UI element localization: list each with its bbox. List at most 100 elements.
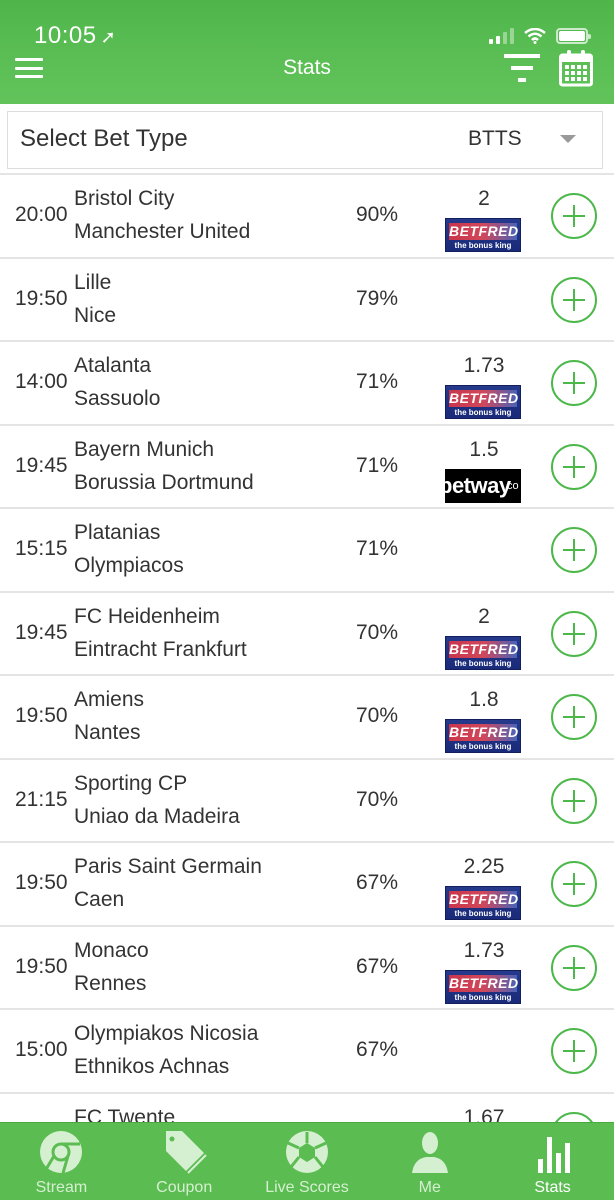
betfred-wordmark: BETFRED	[449, 390, 519, 407]
tab-stream[interactable]: Stream	[0, 1123, 123, 1200]
betfred-logo[interactable]: BETFRED the bonus king	[445, 218, 521, 252]
kickoff-time: 19:50	[15, 871, 68, 894]
away-team: Nantes	[74, 721, 141, 744]
betfred-tagline: the bonus king	[454, 658, 512, 668]
status-indicators	[489, 28, 591, 44]
bet-type-value: BTTS	[468, 127, 522, 150]
wifi-icon	[524, 28, 546, 44]
betfred-logo[interactable]: BETFRED the bonus king	[445, 886, 521, 920]
home-team: Bayern Munich	[74, 437, 215, 461]
match-row[interactable]: 21:15 Sporting CP Uniao da Madeira 70%	[0, 757, 614, 841]
home-team: Amiens	[74, 688, 145, 711]
btts-percentage: 71%	[356, 370, 399, 393]
kickoff-time: 21:15	[15, 787, 68, 811]
home-team: Olympiakos Nicosia	[74, 1022, 259, 1045]
btts-percentage: 71%	[356, 453, 399, 477]
betfred-logo[interactable]: BETFRED the bonus king	[445, 635, 521, 670]
betfred-logo[interactable]: BETFRED the bonus king	[445, 969, 521, 1004]
match-row[interactable]: 19:45 FC Heidenheim Eintracht Frankfurt 70%…	[0, 590, 614, 674]
kickoff-time: 19:50	[15, 286, 68, 310]
match-row[interactable]: 19:45 Bayern Munich Borussia Dortmund 71% 1.…	[0, 423, 614, 507]
betfred-wordmark: BETFRED	[449, 891, 519, 908]
betfred-wordmark: BETFRED	[449, 724, 519, 741]
home-team: Atalanta	[74, 354, 152, 377]
tab-label: Me	[418, 1179, 441, 1196]
betfred-logo[interactable]: BETFRED the bonus king	[445, 385, 521, 419]
location-arrow-icon: ➚	[100, 27, 117, 47]
kickoff-time: 15:15	[15, 537, 68, 560]
odds-value: 1.73	[463, 354, 505, 377]
kickoff-time: 15:00	[15, 1038, 68, 1061]
bet-type-label: Select Bet Type	[20, 125, 188, 152]
kickoff-time: 19:50	[15, 954, 68, 978]
add-to-coupon-button[interactable]	[551, 694, 597, 740]
away-team: Caen	[74, 888, 125, 911]
betfred-wordmark: BETFRED	[449, 223, 519, 240]
match-row[interactable]: 19:50 Paris Saint Germain Caen 67% 2.25 BETFR…	[0, 841, 614, 925]
kickoff-time: 20:00	[15, 203, 68, 226]
betfred-tagline: the bonus king	[454, 742, 512, 751]
add-to-coupon-button[interactable]	[551, 610, 597, 657]
match-list: 20:00 Bristol City Manchester United 90% 2 BE…	[0, 173, 614, 1175]
status-time: 10:05 ➚	[34, 22, 116, 50]
add-to-coupon-button[interactable]	[551, 193, 597, 239]
odds-value: 2	[478, 604, 490, 628]
tab-me[interactable]: Me	[368, 1123, 491, 1200]
tab-label: Stats	[534, 1179, 571, 1196]
match-row[interactable]: 15:00 Olympiakos Nicosia Ethnikos Achnas 67…	[0, 1008, 614, 1092]
add-to-coupon-button[interactable]	[551, 777, 597, 824]
tab-coupon[interactable]: Coupon	[123, 1123, 246, 1200]
away-team: Olympiacos	[74, 554, 184, 577]
betway-wordmark: betway	[445, 472, 511, 498]
betfred-tagline: the bonus king	[454, 992, 512, 1002]
tab-bar: Stream Coupon Live Scores Me Stats	[0, 1122, 614, 1200]
cellular-signal-icon	[489, 28, 514, 44]
home-team: Paris Saint Germain	[74, 855, 262, 878]
match-row[interactable]: 19:50 Lille Nice 79%	[0, 256, 614, 340]
odds-value: 1.8	[469, 688, 499, 711]
match-row[interactable]: 19:50 Amiens Nantes 70% 1.8 BETFRED the bonus …	[0, 674, 614, 758]
filter-icon[interactable]	[504, 54, 540, 82]
btts-percentage: 90%	[356, 203, 399, 226]
away-team: Sassuolo	[74, 387, 161, 410]
add-to-coupon-button[interactable]	[551, 276, 597, 323]
odds-value: 1.73	[463, 938, 505, 962]
calendar-icon[interactable]	[559, 49, 593, 87]
app-header: 10:05 ➚ Stats	[0, 0, 614, 104]
tab-label: Coupon	[156, 1179, 213, 1196]
betway-logo[interactable]: betway co	[445, 468, 521, 503]
bar-chart-icon	[537, 1137, 570, 1173]
match-row[interactable]: 19:50 Monaco Rennes 67% 1.73 BETFRED the bonus…	[0, 924, 614, 1008]
tab-label: Live Scores	[265, 1179, 349, 1196]
home-team: FC Heidenheim	[74, 604, 220, 628]
betfred-tagline: the bonus king	[454, 241, 512, 250]
kickoff-time: 19:50	[15, 704, 68, 727]
tab-stats[interactable]: Stats	[491, 1123, 614, 1200]
add-to-coupon-button[interactable]	[551, 861, 597, 907]
home-team: Lille	[74, 270, 112, 294]
odds-value: 1.5	[469, 437, 499, 461]
tab-live-scores[interactable]: Live Scores	[246, 1123, 369, 1200]
away-team: Borussia Dortmund	[74, 470, 254, 494]
bet-type-select[interactable]: Select Bet Type BTTS	[7, 111, 603, 169]
soccer-ball-icon	[285, 1131, 328, 1173]
add-to-coupon-button[interactable]	[551, 1028, 597, 1074]
add-to-coupon-button[interactable]	[551, 944, 597, 991]
btts-percentage: 67%	[356, 871, 399, 894]
add-to-coupon-button[interactable]	[551, 360, 597, 406]
coupon-tag-icon	[166, 1131, 207, 1174]
home-team: Bristol City	[74, 187, 175, 210]
match-row[interactable]: 15:15 Platanias Olympiacos 71%	[0, 507, 614, 591]
kickoff-time: 19:45	[15, 620, 68, 644]
chevron-down-icon	[560, 135, 576, 143]
betway-tld: co	[507, 479, 519, 492]
add-to-coupon-button[interactable]	[551, 443, 597, 490]
match-row[interactable]: 20:00 Bristol City Manchester United 90% 2 BE…	[0, 173, 614, 257]
btts-percentage: 79%	[356, 286, 399, 310]
home-team: Platanias	[74, 521, 161, 544]
match-row[interactable]: 14:00 Atalanta Sassuolo 71% 1.73 BETFRED the b…	[0, 340, 614, 424]
kickoff-time: 19:45	[15, 453, 68, 477]
add-to-coupon-button[interactable]	[551, 527, 597, 573]
betfred-logo[interactable]: BETFRED the bonus king	[445, 719, 521, 753]
odds-value: 2	[478, 187, 490, 210]
